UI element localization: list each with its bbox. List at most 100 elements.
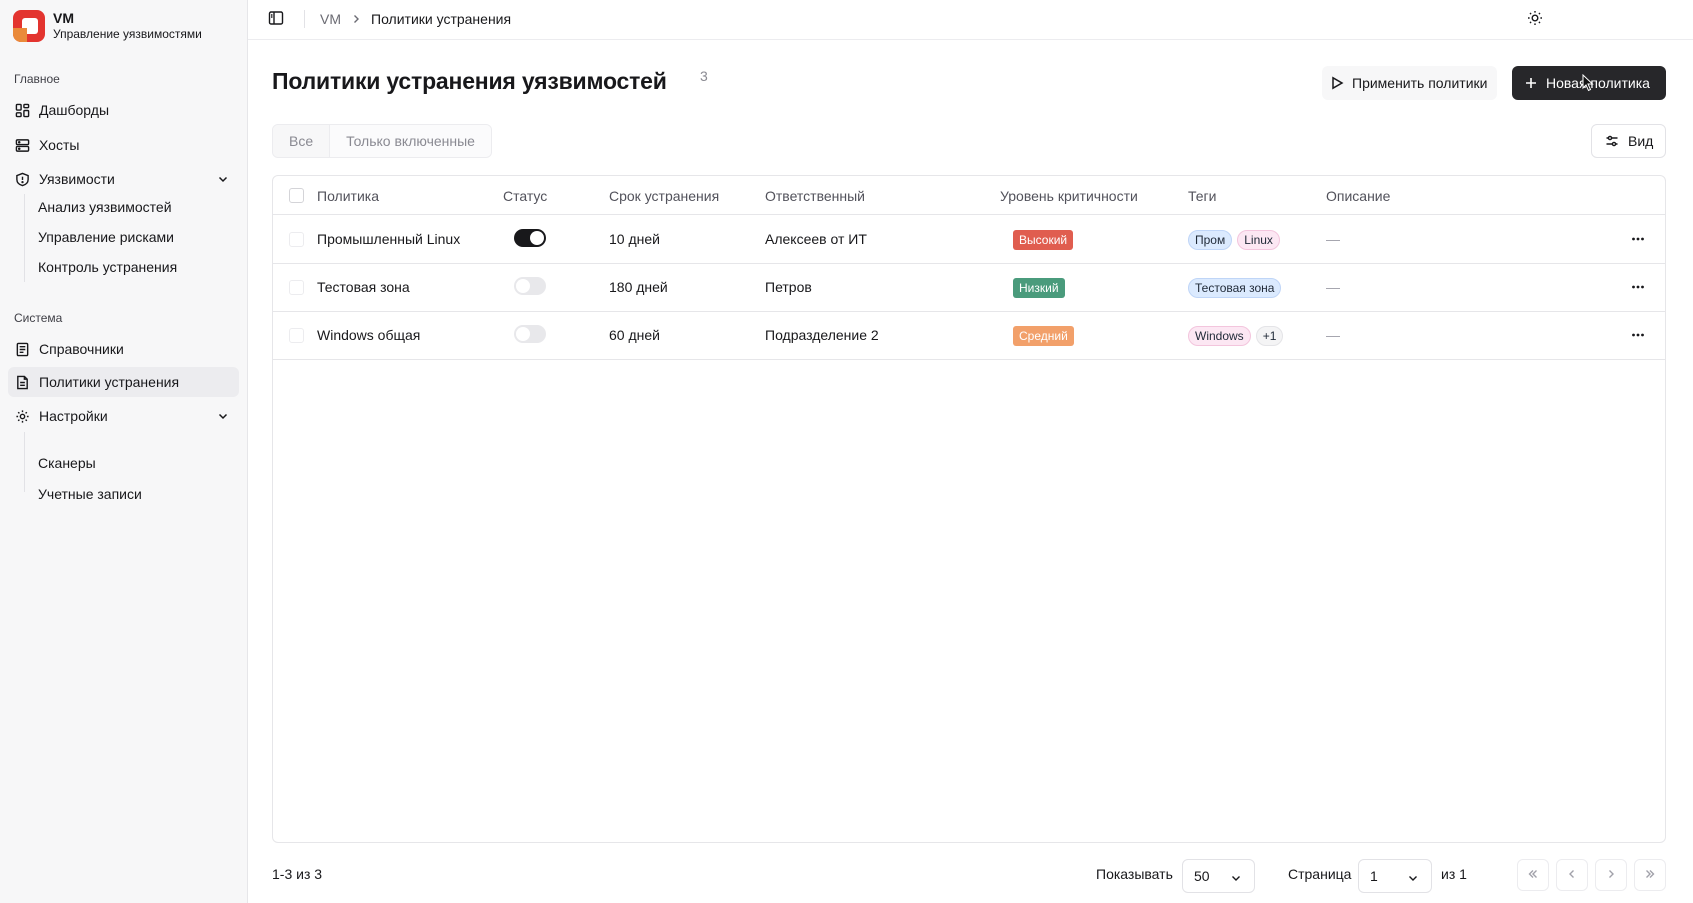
table-row[interactable]: Промышленный Linux 10 дней Алексеев от И… bbox=[273, 216, 1665, 264]
new-policy-label: Новая политика bbox=[1546, 75, 1650, 91]
section-label-main: Главное bbox=[14, 72, 60, 86]
next-page-button[interactable] bbox=[1595, 859, 1627, 891]
owner: Подразделение 2 bbox=[765, 327, 879, 343]
page-size-select[interactable]: 50 bbox=[1182, 859, 1255, 893]
sidebar-item-hosts[interactable]: Хосты bbox=[8, 130, 239, 160]
view-button[interactable]: Вид bbox=[1591, 124, 1666, 158]
sidebar-item-label: Справочники bbox=[39, 341, 124, 357]
topbar-separator bbox=[304, 10, 305, 28]
prev-page-button[interactable] bbox=[1556, 859, 1588, 891]
sidebar-item-vulnerabilities[interactable]: Уязвимости bbox=[8, 164, 239, 194]
description: — bbox=[1326, 279, 1340, 295]
apply-policies-button[interactable]: Применить политики bbox=[1322, 66, 1498, 100]
chevrons-left-icon bbox=[1527, 867, 1539, 883]
column-header-severity[interactable]: Уровень критичности bbox=[1000, 188, 1138, 204]
sidebar-subitem-vuln-analysis[interactable]: Анализ уязвимостей bbox=[38, 196, 172, 218]
filter-all[interactable]: Все bbox=[273, 125, 330, 157]
description: — bbox=[1326, 231, 1340, 247]
select-all-checkbox[interactable] bbox=[289, 188, 304, 203]
page-size-label: Показывать bbox=[1096, 866, 1173, 882]
sidebar-subitem-accounts[interactable]: Учетные записи bbox=[38, 483, 142, 505]
policy-count: 3 bbox=[700, 68, 708, 84]
plus-icon bbox=[1524, 76, 1538, 90]
tags: Пром Linux bbox=[1188, 230, 1285, 250]
section-label-system: Система bbox=[14, 311, 63, 325]
sidebar-subitem-remediation-control[interactable]: Контроль устранения bbox=[38, 256, 177, 278]
server-icon bbox=[14, 137, 30, 153]
column-header-deadline[interactable]: Срок устранения bbox=[609, 188, 719, 204]
table-row[interactable]: Тестовая зона 180 дней Петров Низкий Тес… bbox=[273, 264, 1665, 312]
sidebar-item-settings[interactable]: Настройки bbox=[8, 401, 239, 431]
tag: Пром bbox=[1188, 230, 1233, 250]
tags: Windows +1 bbox=[1188, 326, 1288, 346]
file-icon bbox=[14, 374, 30, 390]
breadcrumb: VM Политики устранения bbox=[320, 11, 511, 27]
policy-name: Промышленный Linux bbox=[317, 231, 461, 247]
app-logo-icon bbox=[13, 10, 45, 42]
page-size-value: 50 bbox=[1194, 868, 1210, 884]
more-actions-icon[interactable] bbox=[1631, 328, 1645, 345]
page-title: Политики устранения уязвимостей bbox=[272, 68, 667, 94]
breadcrumb-root[interactable]: VM bbox=[320, 11, 341, 27]
topbar: VM Политики устранения bbox=[248, 0, 1693, 40]
table-row[interactable]: Windows общая 60 дней Подразделение 2 Ср… bbox=[273, 312, 1665, 360]
sidebar-subitem-risk-management[interactable]: Управление рисками bbox=[38, 226, 174, 248]
tag: Linux bbox=[1237, 230, 1280, 250]
last-page-button[interactable] bbox=[1634, 859, 1666, 891]
page-label: Страница bbox=[1288, 866, 1352, 882]
sliders-icon bbox=[1605, 134, 1619, 148]
gear-icon bbox=[14, 408, 30, 424]
app-title: VM bbox=[53, 10, 74, 26]
chevron-down-icon bbox=[217, 172, 229, 188]
book-icon bbox=[14, 341, 30, 357]
more-actions-icon[interactable] bbox=[1631, 280, 1645, 297]
severity-badge: Низкий bbox=[1013, 278, 1065, 298]
column-header-owner[interactable]: Ответственный bbox=[765, 188, 865, 204]
column-header-description[interactable]: Описание bbox=[1326, 188, 1390, 204]
sidebar-toggle-icon[interactable] bbox=[268, 10, 284, 29]
chevron-down-icon bbox=[1407, 871, 1419, 887]
app-subtitle: Управление уязвимостями bbox=[53, 27, 202, 41]
play-icon bbox=[1330, 76, 1344, 90]
table-header: Политика Статус Срок устранения Ответств… bbox=[273, 176, 1665, 215]
page-select[interactable]: 1 bbox=[1358, 859, 1432, 893]
severity-badge: Высокий bbox=[1013, 230, 1074, 250]
sidebar-item-label: Хосты bbox=[39, 137, 80, 153]
brand[interactable]: VM Управление уязвимостями bbox=[13, 10, 202, 42]
chevron-right-icon bbox=[1605, 867, 1617, 883]
status-toggle[interactable] bbox=[514, 229, 546, 247]
sidebar-item-references[interactable]: Справочники bbox=[8, 334, 239, 364]
sidebar-item-dashboards[interactable]: Дашборды bbox=[8, 95, 239, 125]
submenu-line bbox=[24, 194, 25, 282]
column-header-status[interactable]: Статус bbox=[503, 188, 547, 204]
sidebar-item-policies[interactable]: Политики устранения bbox=[8, 367, 239, 397]
policy-name: Тестовая зона bbox=[317, 279, 410, 295]
column-header-tags[interactable]: Теги bbox=[1188, 188, 1216, 204]
deadline: 10 дней bbox=[609, 231, 660, 247]
owner: Алексеев от ИТ bbox=[765, 231, 867, 247]
deadline: 180 дней bbox=[609, 279, 668, 295]
row-checkbox[interactable] bbox=[289, 280, 304, 295]
apply-policies-label: Применить политики bbox=[1352, 75, 1488, 91]
sidebar-item-label: Политики устранения bbox=[39, 374, 180, 390]
filter-enabled-only[interactable]: Только включенные bbox=[329, 125, 491, 157]
tags: Тестовая зона bbox=[1188, 278, 1286, 298]
view-label: Вид bbox=[1628, 133, 1654, 149]
tag-overflow-count[interactable]: +1 bbox=[1255, 326, 1284, 346]
page-total: из 1 bbox=[1441, 866, 1467, 882]
sun-icon[interactable] bbox=[1527, 10, 1543, 29]
owner: Петров bbox=[765, 279, 812, 295]
status-toggle[interactable] bbox=[514, 277, 546, 295]
dashboard-icon bbox=[14, 102, 30, 118]
chevron-left-icon bbox=[1566, 867, 1578, 883]
sidebar-subitem-scanners[interactable]: Сканеры bbox=[38, 452, 96, 474]
row-range: 1-3 из 3 bbox=[272, 866, 323, 882]
sidebar-item-label: Уязвимости bbox=[39, 171, 115, 187]
row-checkbox[interactable] bbox=[289, 232, 304, 247]
first-page-button[interactable] bbox=[1517, 859, 1549, 891]
sidebar-item-label: Дашборды bbox=[39, 102, 109, 118]
status-toggle[interactable] bbox=[514, 325, 546, 343]
more-actions-icon[interactable] bbox=[1631, 232, 1645, 249]
row-checkbox[interactable] bbox=[289, 328, 304, 343]
column-header-policy[interactable]: Политика bbox=[317, 188, 379, 204]
